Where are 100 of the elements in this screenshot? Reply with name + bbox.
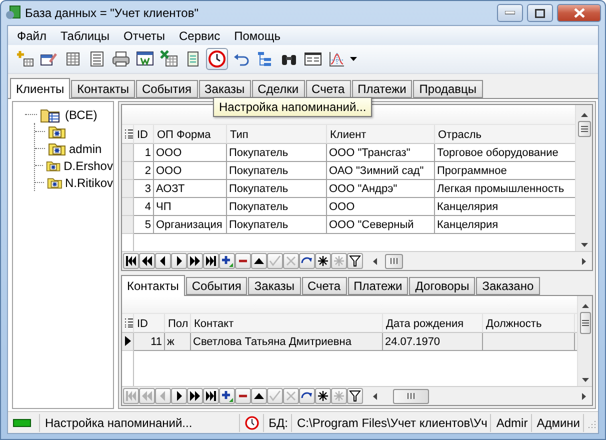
- table-cell: Покупатель: [227, 144, 327, 162]
- dropdown-caret-icon[interactable]: [350, 57, 357, 61]
- menu-item[interactable]: Помощь: [227, 28, 288, 42]
- bookmark-button[interactable]: [315, 388, 331, 404]
- column-header[interactable]: Тип: [227, 125, 327, 144]
- column-header[interactable]: ID: [134, 125, 154, 144]
- column-header[interactable]: Контакт: [191, 314, 383, 333]
- printer-icon: [112, 50, 130, 68]
- tab[interactable]: Контакты: [121, 274, 185, 296]
- edit-button[interactable]: [251, 388, 267, 404]
- last-icon: [205, 390, 217, 402]
- close-button[interactable]: [557, 4, 601, 22]
- last-button[interactable]: [203, 253, 219, 270]
- tab[interactable]: Заказы: [198, 80, 251, 98]
- fast-forward-icon: [189, 390, 201, 402]
- table-cell: 24.07.1970: [383, 332, 483, 351]
- insert-button[interactable]: [219, 388, 235, 404]
- next-page-button[interactable]: [187, 388, 203, 404]
- last-button[interactable]: [203, 388, 219, 404]
- clock-icon: [244, 416, 259, 430]
- tree-item[interactable]: (ВСЕ): [65, 108, 98, 122]
- current-row-icon: [124, 336, 130, 346]
- tree-item[interactable]: admin: [69, 142, 102, 156]
- tab[interactable]: Заказано: [476, 276, 540, 295]
- edit-button[interactable]: [251, 253, 267, 270]
- menu-item[interactable]: Файл: [10, 28, 54, 42]
- scroll-down-icon: [580, 243, 588, 248]
- refresh-button[interactable]: [299, 388, 315, 404]
- menu-item[interactable]: Таблицы: [54, 28, 117, 42]
- tab[interactable]: События: [136, 80, 198, 98]
- fast-forward-icon: [189, 255, 201, 268]
- next-button[interactable]: [171, 253, 187, 270]
- next-button[interactable]: [171, 388, 187, 404]
- tree-item[interactable]: D.Ershov: [64, 158, 113, 172]
- column-header[interactable]: ОП Форма: [154, 125, 227, 144]
- tab[interactable]: Платежи: [352, 80, 412, 98]
- first-icon: [125, 390, 137, 402]
- scroll-thumb[interactable]: [580, 312, 590, 334]
- tab[interactable]: События: [186, 276, 248, 295]
- column-header[interactable]: Пол: [165, 314, 191, 333]
- folder-asterisk-icon: [48, 124, 66, 138]
- prior-button[interactable]: [155, 253, 171, 270]
- refresh-button[interactable]: [299, 253, 315, 270]
- tab[interactable]: Договоры: [409, 276, 476, 295]
- tab[interactable]: Счета: [302, 276, 347, 295]
- table-cell: ООО: [327, 198, 435, 216]
- minimize-button[interactable]: [497, 4, 523, 22]
- vertical-scrollbar[interactable]: [577, 296, 592, 386]
- folder-asterisk-icon: [46, 176, 62, 190]
- minimize-icon: [505, 11, 515, 15]
- excel-export-icon: [160, 50, 178, 68]
- tab[interactable]: Клиенты: [10, 78, 70, 99]
- tooltip: Настройка напоминаний...: [213, 97, 372, 117]
- last-icon: [205, 255, 217, 268]
- folder-table-icon: [40, 106, 62, 122]
- reminder-settings-button[interactable]: [206, 48, 228, 70]
- column-header[interactable]: Дата рождения: [383, 314, 483, 333]
- table-cell: 5: [134, 216, 154, 234]
- menu-item[interactable]: Сервис: [172, 28, 228, 42]
- bookmark-button[interactable]: [315, 253, 331, 270]
- delete-button[interactable]: [235, 253, 251, 270]
- insert-button[interactable]: [219, 253, 235, 270]
- scroll-thumb[interactable]: [393, 388, 429, 404]
- filter-button[interactable]: [347, 388, 363, 404]
- add-table-icon: [16, 50, 34, 68]
- close-icon: [574, 8, 584, 18]
- tab[interactable]: Контакты: [71, 80, 135, 98]
- first-icon: [125, 255, 137, 268]
- table-cell: АОЗТ: [154, 180, 227, 198]
- tab[interactable]: Продавцы: [413, 80, 483, 98]
- filter-button[interactable]: [347, 253, 363, 270]
- status-message: Настройка напоминаний...: [45, 416, 192, 430]
- scroll-up-icon: [580, 113, 588, 117]
- scroll-thumb[interactable]: [578, 121, 590, 137]
- form-icon: [304, 50, 322, 68]
- table-cell: 3: [134, 180, 154, 198]
- column-header[interactable]: Должность: [483, 314, 575, 333]
- scroll-thumb[interactable]: [385, 254, 403, 269]
- column-header[interactable]: Клиент: [327, 125, 435, 144]
- delete-button[interactable]: [235, 388, 251, 404]
- tab[interactable]: Счета: [306, 80, 351, 98]
- tree-item[interactable]: N.Ritikov: [64, 176, 113, 190]
- check-icon: [269, 255, 281, 268]
- chart-icon: [328, 50, 346, 68]
- database-path: C:\Program Files\Учет клиентов\Уч: [297, 416, 488, 430]
- table-cell: Покупатель: [227, 180, 327, 198]
- maximize-button[interactable]: [527, 4, 553, 22]
- next-page-button[interactable]: [187, 253, 203, 270]
- tab[interactable]: Заказы: [248, 276, 300, 295]
- table-cell: ОАО "Зимний сад": [327, 162, 435, 180]
- tab[interactable]: Сделки: [252, 80, 305, 98]
- prior-page-button[interactable]: [139, 253, 155, 270]
- tab[interactable]: Платежи: [348, 276, 408, 295]
- first-button[interactable]: [123, 253, 139, 270]
- column-header[interactable]: Отрасль: [435, 125, 575, 144]
- table-cell: ООО "Северный: [327, 216, 435, 234]
- column-header[interactable]: ID: [134, 314, 165, 333]
- database-label: БД:: [268, 416, 288, 430]
- menu-item[interactable]: Отчеты: [116, 28, 172, 42]
- vertical-scrollbar[interactable]: [575, 105, 592, 252]
